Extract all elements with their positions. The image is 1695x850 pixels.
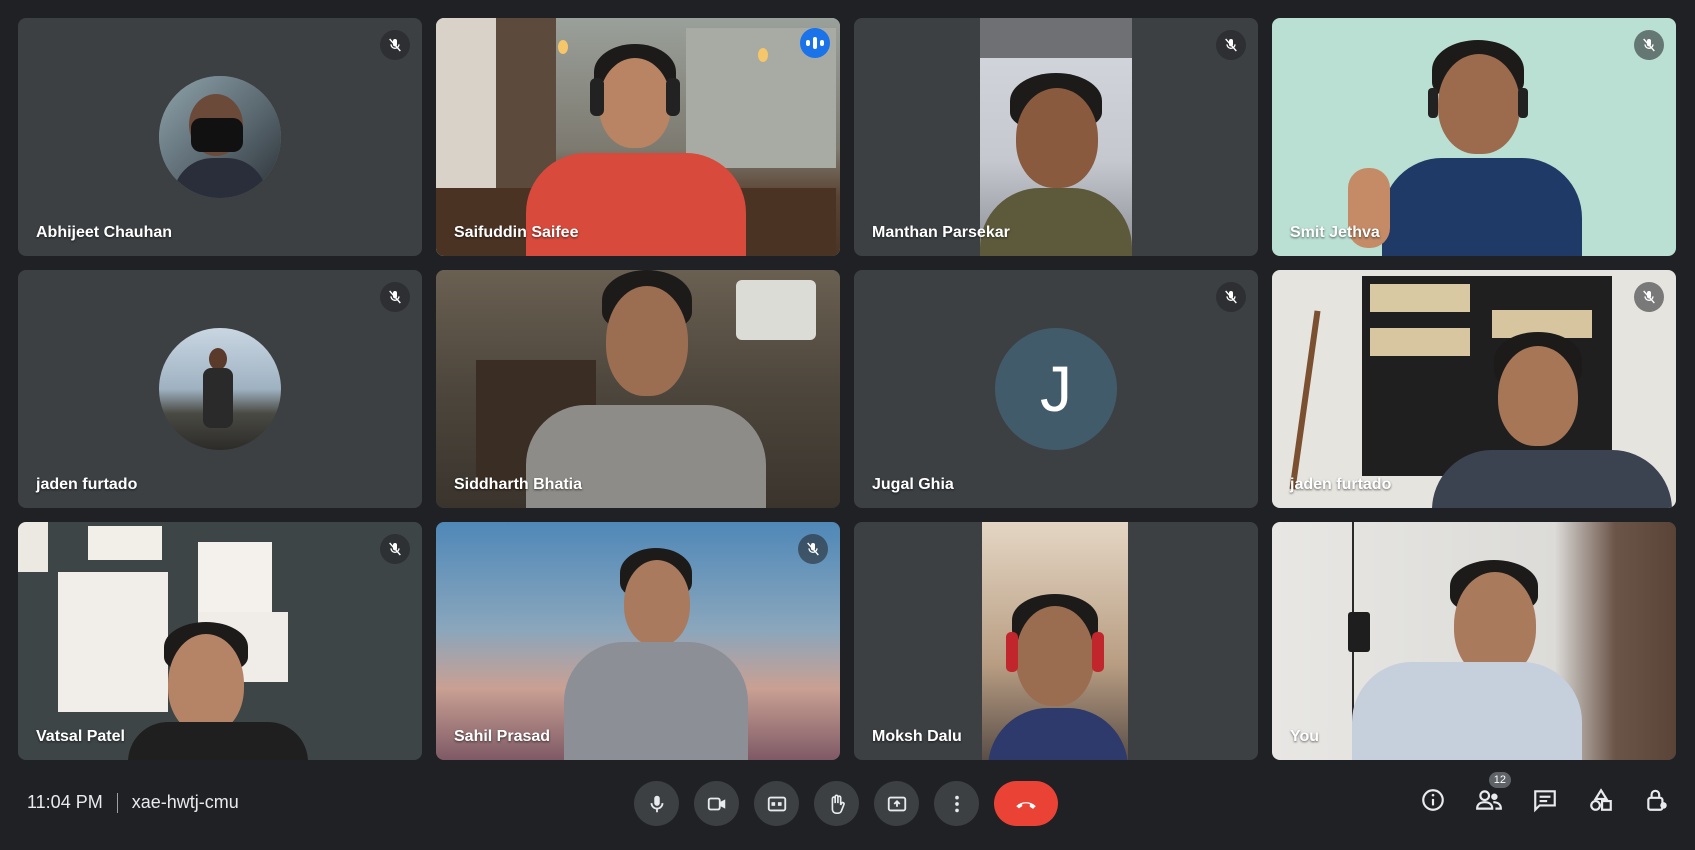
participant-video: [980, 18, 1132, 256]
info-icon: [1422, 789, 1444, 811]
participant-video: [436, 522, 840, 760]
present-button[interactable]: [874, 781, 919, 826]
participant-tile[interactable]: Siddharth Bhatia: [436, 270, 840, 508]
captions-button[interactable]: [754, 781, 799, 826]
speaking-indicator-icon: [800, 28, 830, 58]
more-options-button[interactable]: [934, 781, 979, 826]
participant-video: [436, 270, 840, 508]
host-controls-icon: [1647, 789, 1667, 811]
participant-tile[interactable]: Smit Jethva: [1272, 18, 1676, 256]
participant-tile[interactable]: jaden furtado: [18, 270, 422, 508]
participant-video: [982, 522, 1128, 760]
participant-name: Sahil Prasad: [454, 728, 551, 745]
avatar: [159, 76, 281, 198]
end-call-button[interactable]: [994, 781, 1058, 826]
muted-mic-icon: [1634, 282, 1664, 312]
end-call-icon: [1016, 801, 1036, 809]
participant-name: jaden furtado: [1290, 476, 1392, 493]
participant-video: [1272, 270, 1676, 508]
people-count-badge: 12: [1488, 772, 1511, 788]
divider: [116, 792, 118, 813]
participant-tile[interactable]: Vatsal Patel: [18, 522, 422, 760]
activities-button[interactable]: [1585, 784, 1617, 816]
control-bar: 11:04 PM xae-hwtj-cmu 12: [0, 770, 1695, 850]
camera-button[interactable]: [694, 781, 739, 826]
participant-video: [18, 522, 422, 760]
participant-grid: Abhijeet Chauhan Saifuddin Saifee Mantha…: [18, 18, 1678, 760]
participant-name: Moksh Dalu: [872, 728, 962, 745]
meeting-info: 11:04 PM xae-hwtj-cmu: [27, 792, 239, 813]
mic-button[interactable]: [634, 781, 679, 826]
participant-tile[interactable]: Sahil Prasad: [436, 522, 840, 760]
avatar-initial: J: [995, 328, 1117, 450]
participant-name: Abhijeet Chauhan: [36, 224, 173, 241]
meeting-details-button[interactable]: [1417, 784, 1449, 816]
participant-name: Siddharth Bhatia: [454, 476, 583, 493]
muted-mic-icon: [1216, 30, 1246, 60]
muted-mic-icon: [380, 534, 410, 564]
people-button[interactable]: 12: [1473, 772, 1511, 816]
participant-video: [436, 18, 840, 256]
clock-time: 11:04 PM: [27, 792, 103, 812]
camera-icon: [707, 797, 725, 810]
chat-icon: [1534, 790, 1556, 813]
participant-tile-self[interactable]: You: [1272, 522, 1676, 760]
participant-name: Jugal Ghia: [872, 476, 954, 493]
muted-mic-icon: [1216, 282, 1246, 312]
present-icon: [887, 796, 906, 811]
captions-icon: [767, 796, 786, 811]
muted-mic-icon: [380, 282, 410, 312]
participant-tile-active-speaker[interactable]: Saifuddin Saifee: [436, 18, 840, 256]
participant-tile[interactable]: Abhijeet Chauhan: [18, 18, 422, 256]
participant-name: Saifuddin Saifee: [454, 224, 579, 241]
muted-mic-icon: [1634, 30, 1664, 60]
participant-name: Smit Jethva: [1290, 224, 1380, 241]
participant-tile[interactable]: jaden furtado: [1272, 270, 1676, 508]
participant-name: You: [1290, 728, 1320, 745]
participant-name: jaden furtado: [36, 476, 138, 493]
raise-hand-icon: [831, 794, 845, 814]
participant-video: [1272, 18, 1676, 256]
muted-mic-icon: [798, 534, 828, 564]
participant-tile[interactable]: Manthan Parsekar: [854, 18, 1258, 256]
more-options-icon: [954, 795, 959, 812]
participant-video: [1272, 522, 1676, 760]
activities-icon: [1590, 788, 1612, 811]
participant-name: Manthan Parsekar: [872, 224, 1010, 241]
raise-hand-button[interactable]: [814, 781, 859, 826]
call-controls: [634, 781, 1058, 826]
avatar: [159, 328, 281, 450]
host-controls-button[interactable]: [1641, 784, 1673, 816]
participant-name: Vatsal Patel: [36, 728, 125, 745]
side-panel-controls: 12: [1417, 772, 1673, 816]
people-icon: [1476, 790, 1502, 810]
mic-icon: [650, 795, 663, 812]
meeting-code: xae-hwtj-cmu: [131, 792, 239, 812]
muted-mic-icon: [380, 30, 410, 60]
participant-tile[interactable]: Moksh Dalu: [854, 522, 1258, 760]
participant-tile[interactable]: J Jugal Ghia: [854, 270, 1258, 508]
chat-button[interactable]: [1529, 784, 1561, 816]
